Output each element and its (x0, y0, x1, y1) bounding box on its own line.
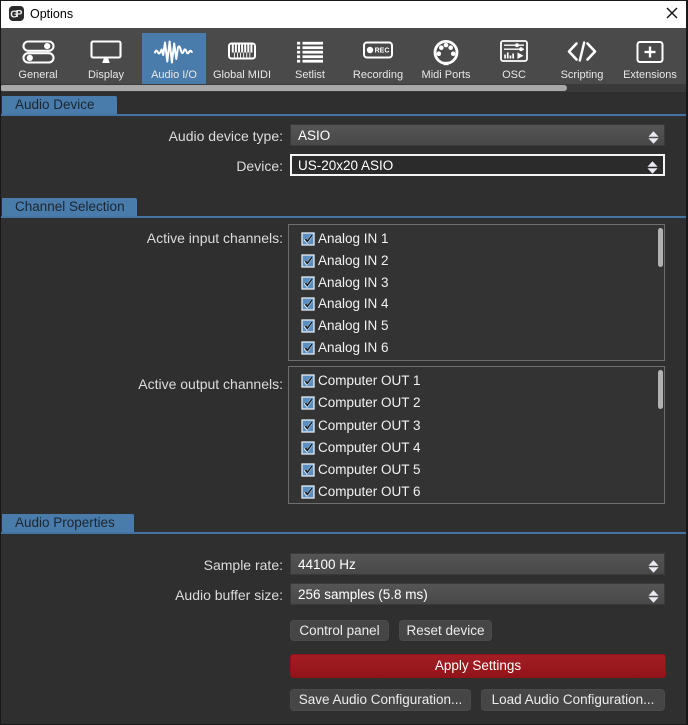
svg-text:REC: REC (375, 47, 390, 54)
svg-text:P: P (16, 9, 23, 20)
